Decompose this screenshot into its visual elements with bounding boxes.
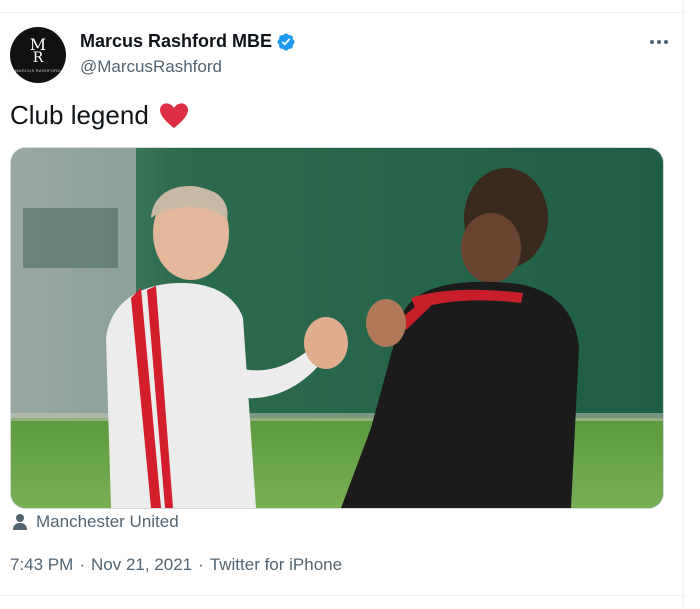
person-icon (12, 513, 28, 531)
right-divider (683, 0, 684, 609)
tweet-text-row: Club legend (10, 100, 189, 131)
tweet-date[interactable]: Nov 21, 2021 (91, 555, 192, 575)
tweet-text: Club legend (10, 100, 149, 130)
display-name[interactable]: Marcus Rashford MBE (80, 31, 272, 52)
avatar-tagline: MARCUS RASHFORD (15, 68, 61, 73)
tagged-location[interactable]: Manchester United (12, 512, 179, 532)
verified-badge-icon (276, 32, 296, 52)
separator-dot: · (198, 555, 204, 574)
location-label: Manchester United (36, 512, 179, 531)
more-options-icon[interactable] (647, 35, 671, 49)
author-names: Marcus Rashford MBE @MarcusRashford (80, 31, 296, 77)
heart-emoji-icon (159, 102, 189, 130)
tweet-photo[interactable] (10, 147, 664, 509)
tweet-metadata: 7:43 PM · Nov 21, 2021 · Twitter for iPh… (10, 555, 342, 575)
tweet-source[interactable]: Twitter for iPhone (210, 555, 342, 575)
bottom-divider (0, 595, 685, 596)
avatar-monogram-bottom: R (32, 50, 44, 66)
handle[interactable]: @MarcusRashford (80, 57, 296, 77)
top-divider (0, 12, 685, 13)
separator-dot: · (79, 555, 85, 574)
tweet-header: M R MARCUS RASHFORD Marcus Rashford MBE … (10, 27, 675, 85)
tweet-time[interactable]: 7:43 PM (10, 555, 73, 575)
avatar[interactable]: M R MARCUS RASHFORD (10, 27, 66, 83)
